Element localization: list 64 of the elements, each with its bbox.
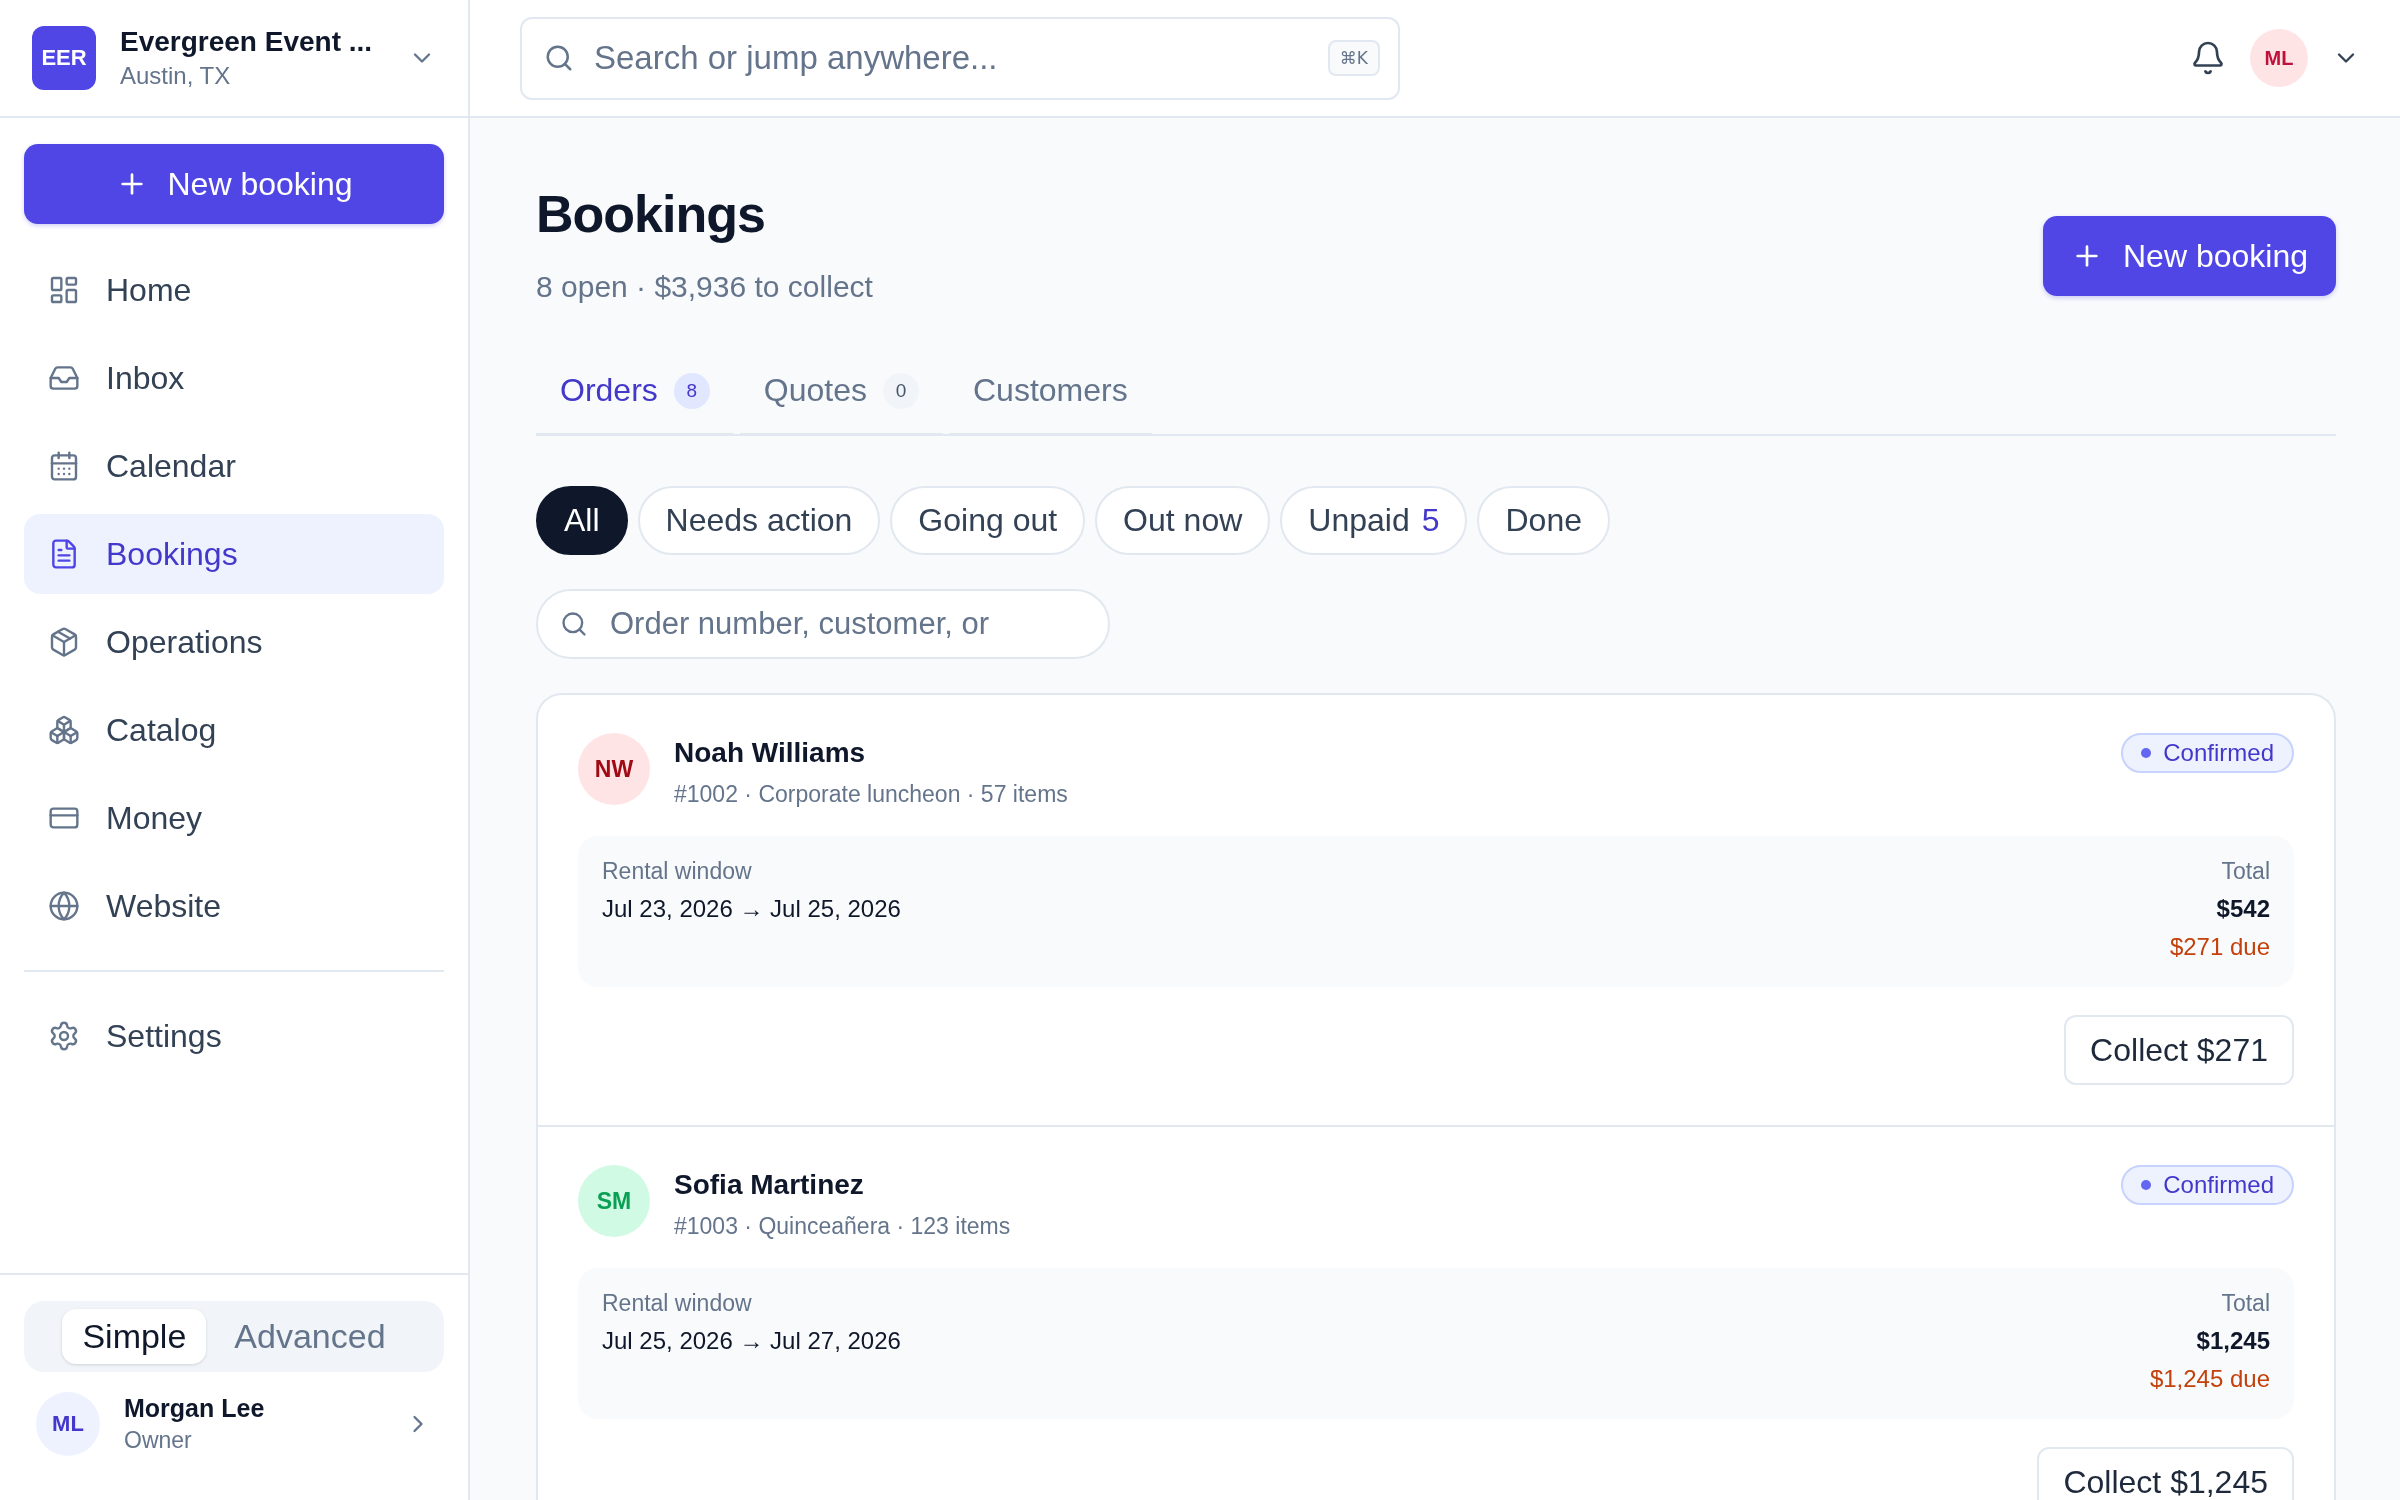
new-booking-button[interactable]: New booking [2043, 216, 2336, 296]
filter-chip[interactable]: Done [1477, 486, 1610, 555]
nav-item[interactable]: Settings [24, 996, 444, 1076]
tab[interactable]: Quotes 0 [739, 372, 943, 436]
status-badge: Confirmed [2121, 1165, 2294, 1205]
customer-name: Sofia Martinez [674, 1169, 865, 1201]
filter-chip[interactable]: Needs action [637, 486, 881, 555]
status-badge: Confirmed [2121, 733, 2294, 773]
nav-item[interactable]: Home [24, 250, 444, 330]
nav-item[interactable]: Website [24, 866, 444, 946]
calendar-icon [48, 450, 80, 482]
amount-due: $271 due [2169, 933, 2270, 961]
search-icon [544, 43, 574, 73]
filter-chip[interactable]: All [536, 486, 628, 555]
boxes-icon [48, 714, 80, 746]
nav-item[interactable]: Inbox [24, 338, 444, 418]
tab-count: 0 [882, 372, 919, 409]
tab[interactable]: Orders 8 [536, 372, 734, 436]
shortcut-key: ⌘K [1327, 40, 1380, 76]
user-role: Owner [124, 1427, 193, 1454]
package-icon [48, 626, 80, 658]
order-search-field[interactable]: Order number, customer, or [536, 589, 1110, 659]
collect-button[interactable]: Collect $271 [2064, 1015, 2294, 1085]
rental-dates: Jul 25, 2026 → Jul 27, 2026 [602, 1327, 901, 1355]
total-label: Total [2221, 1290, 2270, 1317]
collect-button[interactable]: Collect $1,245 [2037, 1447, 2294, 1500]
amount-due: $1,245 due [2149, 1365, 2270, 1393]
org-name: Evergreen Event ... [120, 26, 374, 58]
nav-item[interactable]: Operations [24, 602, 444, 682]
rental-dates: Jul 23, 2026 → Jul 25, 2026 [602, 895, 901, 923]
globe-icon [48, 890, 80, 922]
mode-option[interactable]: Advanced [214, 1309, 406, 1364]
nav-item[interactable]: Bookings [24, 514, 444, 594]
total-amount: $1,245 [2196, 1327, 2270, 1355]
tab[interactable]: Customers [948, 372, 1152, 436]
user-name: Morgan Lee [124, 1394, 266, 1423]
settings-icon [48, 1020, 80, 1052]
new-booking-button[interactable]: New booking [24, 144, 444, 224]
search-icon [560, 610, 588, 638]
total-amount: $542 [2216, 895, 2270, 923]
page-title: Bookings [536, 184, 766, 244]
dashboard-icon [48, 274, 80, 306]
nav-item[interactable]: Calendar [24, 426, 444, 506]
page-subtitle: 8 open · $3,936 to collect [536, 270, 873, 303]
customer-avatar: SM [578, 1165, 650, 1237]
bell-icon[interactable] [2190, 40, 2226, 76]
tab-count: 8 [673, 372, 710, 409]
nav-item[interactable]: Money [24, 778, 444, 858]
user-avatar: ML [36, 1392, 100, 1456]
org-location: Austin, TX [120, 62, 232, 90]
org-logo: EER [32, 26, 96, 90]
rental-label: Rental window [602, 858, 752, 885]
customer-avatar: NW [578, 733, 650, 805]
customer-name: Noah Williams [674, 737, 867, 769]
user-avatar[interactable]: ML [2250, 29, 2308, 87]
rental-label: Rental window [602, 1290, 752, 1317]
total-label: Total [2221, 858, 2270, 885]
order-meta: #1003 · Quinceañera · 123 items [674, 1213, 1012, 1240]
filter-chip[interactable]: Going out [890, 486, 1086, 555]
filter-chip[interactable]: Unpaid 5 [1280, 486, 1468, 555]
order-meta: #1002 · Corporate luncheon · 57 items [674, 781, 1069, 808]
nav-item[interactable]: Catalog [24, 690, 444, 770]
mode-option[interactable]: Simple [62, 1309, 207, 1364]
filter-chip[interactable]: Out now [1095, 486, 1271, 555]
